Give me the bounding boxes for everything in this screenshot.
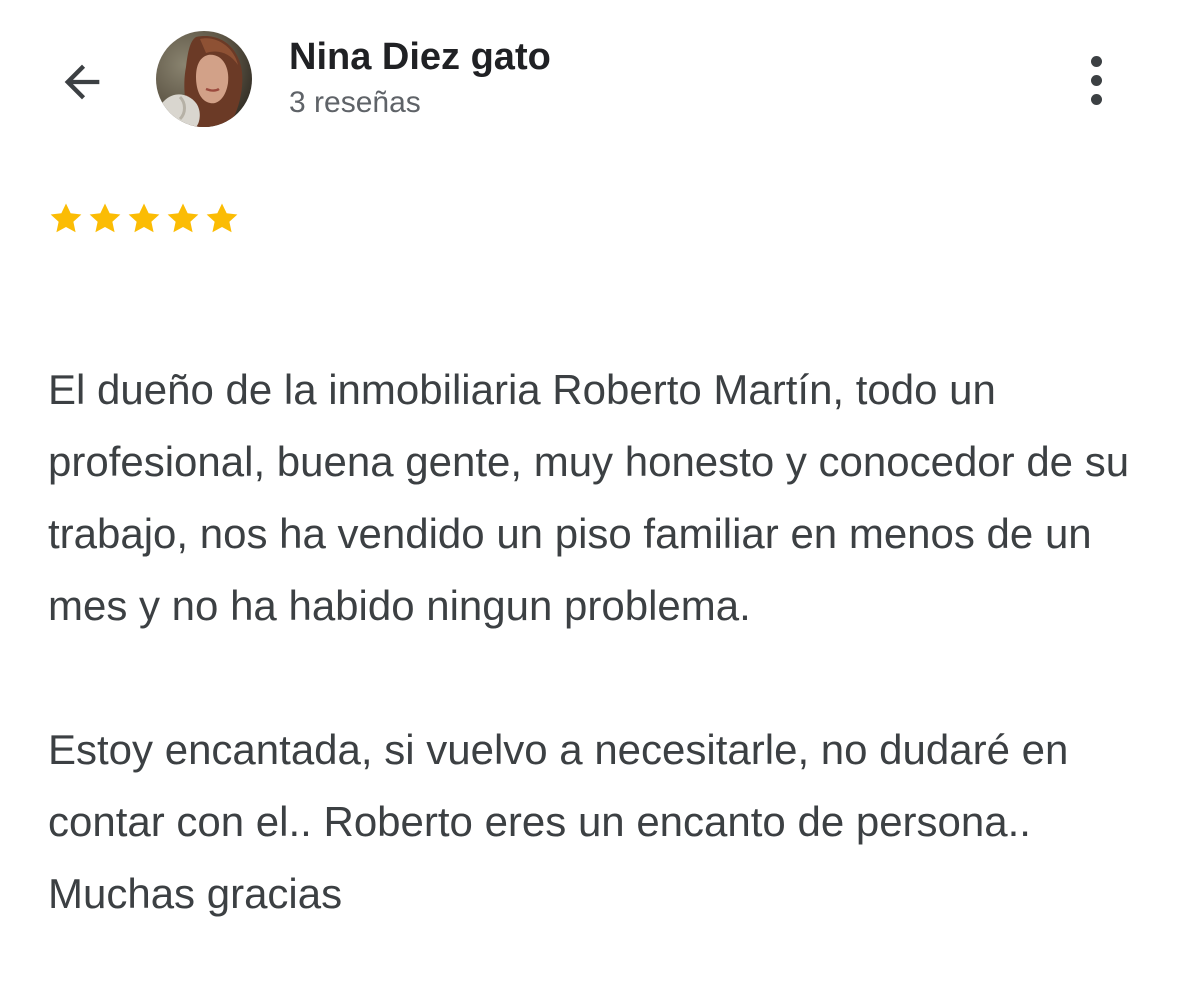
back-button[interactable]: [52, 52, 112, 112]
review-body: El dueño de la inmobiliaria Roberto Mart…: [48, 282, 1158, 1002]
user-name[interactable]: Nina Diez gato: [289, 36, 551, 79]
star-icon: [89, 203, 121, 233]
star-icon: [128, 203, 160, 233]
more-vertical-icon: [1090, 55, 1102, 67]
star-icon: [167, 203, 199, 233]
star-icon: [206, 203, 238, 233]
arrow-left-icon: [64, 64, 100, 100]
more-vertical-icon-dot: [1090, 93, 1102, 105]
review-header: Nina Diez gato 3 reseñas: [0, 0, 1178, 150]
star-rating: [47, 200, 241, 238]
review-paragraph: Estoy encantada, si vuelvo a necesitarle…: [48, 726, 1069, 917]
more-vertical-icon-dot: [1090, 74, 1102, 86]
avatar[interactable]: [156, 31, 252, 127]
avatar-image: [156, 31, 252, 127]
review-count[interactable]: 3 reseñas: [289, 86, 421, 120]
star-icon: [50, 203, 82, 233]
more-options-button[interactable]: [1074, 50, 1118, 110]
review-paragraph: El dueño de la inmobiliaria Roberto Mart…: [48, 366, 1130, 629]
